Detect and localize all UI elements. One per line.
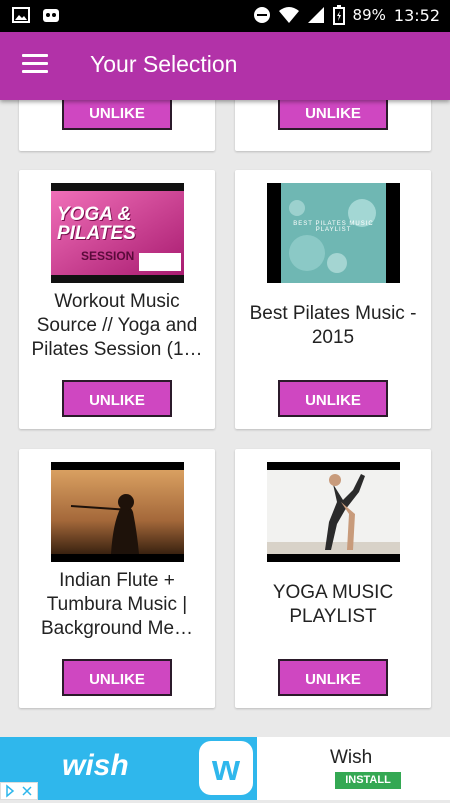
- ad-banner[interactable]: wish w Wish INSTALL: [0, 737, 450, 800]
- android-notification-icon: [43, 9, 59, 22]
- signal-icon: [307, 7, 324, 23]
- thumbnail-heading: YOGA & PILATES: [57, 204, 136, 244]
- unlike-button[interactable]: UNLIKE: [62, 380, 172, 417]
- selection-card: UNLIKE: [19, 100, 215, 151]
- battery-percent: 89%: [352, 6, 386, 24]
- ad-brand-logo: wish: [62, 749, 129, 782]
- video-thumbnail[interactable]: BEST PILATES MUSIC PLAYLIST: [267, 183, 400, 283]
- status-bar: 89% 13:52: [0, 0, 450, 32]
- card-title: YOGA MUSIC PLAYLIST: [272, 582, 394, 627]
- ad-app-icon[interactable]: w: [195, 737, 257, 800]
- card-title: Best Pilates Music - 2015: [249, 303, 417, 348]
- selection-grid[interactable]: UNLIKE UNLIKE YOGA & PILATES SESSION Wor…: [0, 100, 450, 737]
- battery-icon: [332, 5, 345, 25]
- selection-card[interactable]: BEST PILATES MUSIC PLAYLIST Best Pilates…: [235, 170, 431, 429]
- wish-logo-icon: w: [211, 747, 240, 788]
- selection-card[interactable]: YOGA MUSIC PLAYLIST UNLIKE: [235, 449, 431, 708]
- wifi-icon: [278, 7, 299, 23]
- thumbnail-heading: BEST PILATES MUSIC PLAYLIST: [293, 221, 374, 233]
- page-title: Your Selection: [90, 51, 238, 77]
- video-thumbnail[interactable]: [51, 462, 184, 562]
- unlike-button[interactable]: UNLIKE: [278, 380, 388, 417]
- app-bar: Your Selection: [0, 32, 450, 100]
- selection-card: UNLIKE: [235, 100, 431, 151]
- video-thumbnail[interactable]: [267, 462, 400, 562]
- card-title: Indian Flute + Tumbura Music | Backgroun…: [40, 570, 194, 639]
- unlike-button[interactable]: UNLIKE: [62, 659, 172, 696]
- menu-icon[interactable]: [22, 54, 48, 74]
- install-button[interactable]: INSTALL: [335, 772, 401, 789]
- adchoices-icon[interactable]: [0, 782, 38, 800]
- unlike-button[interactable]: UNLIKE: [62, 100, 172, 130]
- unlike-button[interactable]: UNLIKE: [278, 659, 388, 696]
- video-thumbnail[interactable]: YOGA & PILATES SESSION: [51, 183, 184, 283]
- thumbnail-subheading: SESSION: [81, 249, 135, 263]
- selection-card[interactable]: YOGA & PILATES SESSION Workout Music Sou…: [19, 170, 215, 429]
- card-title: Workout Music Source // Yoga and Pilates…: [31, 291, 203, 360]
- image-notification-icon: [12, 7, 30, 23]
- clock: 13:52: [393, 5, 440, 25]
- unlike-button[interactable]: UNLIKE: [278, 100, 388, 130]
- selection-card[interactable]: Indian Flute + Tumbura Music | Backgroun…: [19, 449, 215, 708]
- dnd-icon: [253, 7, 270, 23]
- ad-app-name: Wish: [330, 747, 373, 768]
